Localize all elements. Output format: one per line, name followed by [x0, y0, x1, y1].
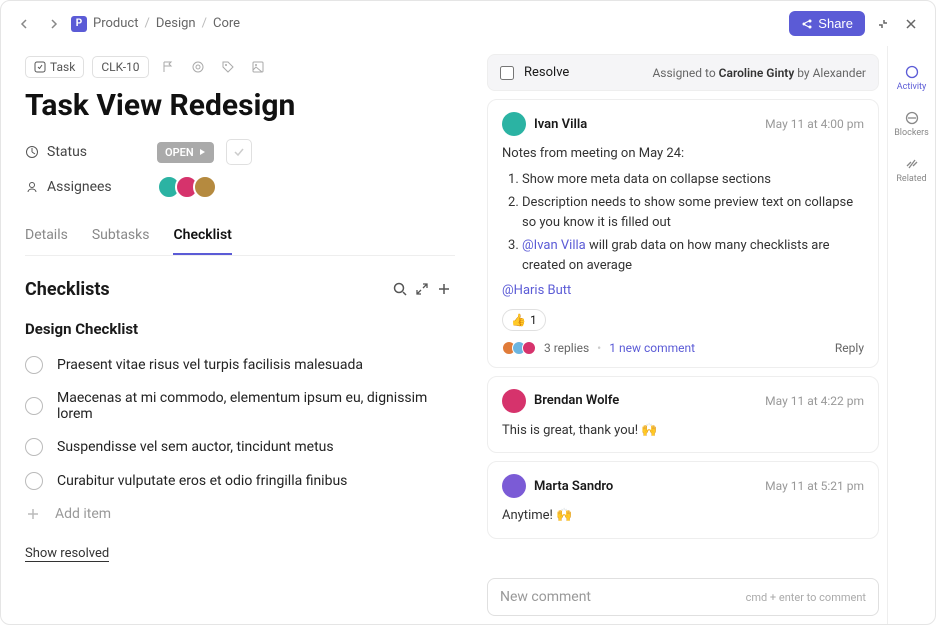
checklist-item-label: Maecenas at mi commodo, elementum ipsum …: [57, 390, 455, 422]
thread-avatars[interactable]: [502, 341, 536, 355]
avatar[interactable]: [502, 474, 526, 498]
comment-body: This is great, thank you! 🙌: [502, 421, 864, 441]
comment-body: Anytime! 🙌: [502, 506, 864, 526]
reaction[interactable]: 👍 1: [502, 309, 546, 331]
share-button[interactable]: Share: [789, 11, 865, 36]
minimize-icon[interactable]: [873, 14, 893, 34]
avatar[interactable]: [502, 389, 526, 413]
comment-author[interactable]: Brendan Wolfe: [534, 393, 619, 408]
reply-button[interactable]: Reply: [835, 341, 864, 355]
reply-count[interactable]: 3 replies: [544, 341, 589, 355]
sidebar-blockers[interactable]: Blockers: [888, 104, 935, 144]
comment-time: May 11 at 4:22 pm: [765, 394, 864, 408]
image-icon[interactable]: [247, 56, 269, 78]
checkbox-circle[interactable]: [25, 356, 43, 374]
checklist-item[interactable]: Praesent vitae risus vel turpis facilisi…: [25, 348, 455, 382]
related-icon: [904, 156, 920, 172]
checklist-item-label: Suspendisse vel sem auctor, tincidunt me…: [57, 439, 334, 455]
tab-subtasks[interactable]: Subtasks: [92, 217, 150, 255]
resolve-bar: Resolve Assigned to Caroline Ginty by Al…: [487, 54, 879, 91]
task-type-chip[interactable]: Task: [25, 56, 84, 78]
plus-icon: [25, 506, 41, 522]
comment-body: Notes from meeting on May 24: Show more …: [502, 144, 864, 301]
add-checklist-icon[interactable]: [433, 278, 455, 300]
comment: Ivan Villa May 11 at 4:00 pm Notes from …: [487, 99, 879, 368]
activity-panel: Resolve Assigned to Caroline Ginty by Al…: [479, 46, 887, 624]
tag-icon[interactable]: [217, 56, 239, 78]
comment: Brendan Wolfe May 11 at 4:22 pm This is …: [487, 376, 879, 454]
checklist-item-label: Curabitur vulputate eros et odio fringil…: [57, 473, 347, 489]
target-icon[interactable]: [187, 56, 209, 78]
comment: Marta Sandro May 11 at 5:21 pm Anytime! …: [487, 461, 879, 539]
checklist-item-label: Praesent vitae risus vel turpis facilisi…: [57, 357, 363, 373]
nav-back[interactable]: [15, 14, 35, 34]
comment-time: May 11 at 4:00 pm: [765, 117, 864, 131]
resolve-label[interactable]: Resolve: [524, 65, 569, 80]
new-comment-badge[interactable]: 1 new comment: [609, 341, 695, 355]
share-icon: [801, 18, 813, 30]
assignees-label: Assignees: [25, 179, 145, 195]
person-icon: [25, 180, 39, 194]
expand-icon[interactable]: [411, 278, 433, 300]
status-check[interactable]: [226, 139, 252, 165]
topbar: P Product/ Design/ Core Share: [1, 1, 935, 46]
status-label: Status: [25, 144, 145, 160]
mention[interactable]: @Haris Butt: [502, 281, 864, 301]
nav-forward[interactable]: [43, 14, 63, 34]
checklist-item[interactable]: Maecenas at mi commodo, elementum ipsum …: [25, 382, 455, 430]
right-sidebar: Activity Blockers Related: [887, 46, 935, 624]
bc-product[interactable]: Product: [93, 16, 138, 31]
task-title[interactable]: Task View Redesign: [25, 88, 455, 123]
task-panel: Task CLK-10 Task View Redesign Status OP…: [1, 46, 479, 624]
task-id-chip[interactable]: CLK-10: [92, 56, 148, 78]
assigned-to: Assigned to Caroline Ginty by Alexander: [652, 66, 866, 80]
status-badge[interactable]: OPEN: [157, 142, 214, 163]
checklist-item[interactable]: Suspendisse vel sem auctor, tincidunt me…: [25, 430, 455, 464]
composer-placeholder: New comment: [500, 589, 591, 605]
play-icon: [198, 148, 206, 156]
tab-details[interactable]: Details: [25, 217, 68, 255]
resolve-checkbox[interactable]: [500, 66, 514, 80]
sidebar-related[interactable]: Related: [888, 150, 935, 190]
product-icon: P: [71, 16, 87, 32]
add-item[interactable]: Add item: [25, 498, 455, 530]
tabs: Details Subtasks Checklist: [25, 217, 455, 256]
breadcrumb[interactable]: P Product/ Design/ Core: [71, 16, 240, 32]
search-icon[interactable]: [389, 278, 411, 300]
checkbox-circle[interactable]: [25, 472, 43, 490]
task-icon: [34, 61, 46, 73]
bc-design[interactable]: Design: [156, 16, 196, 31]
checkbox-circle[interactable]: [25, 438, 43, 456]
composer-hint: cmd + enter to comment: [746, 591, 866, 604]
assignee-avatars[interactable]: [157, 175, 217, 199]
status-icon: [25, 145, 39, 159]
close-icon[interactable]: [901, 14, 921, 34]
avatar[interactable]: [502, 112, 526, 136]
chat-icon: [904, 64, 920, 80]
mention[interactable]: @Ivan Villa: [522, 238, 586, 253]
comment-author[interactable]: Ivan Villa: [534, 117, 587, 132]
comment-time: May 11 at 5:21 pm: [765, 479, 864, 493]
checklist-name[interactable]: Design Checklist: [25, 320, 455, 338]
checklists-heading: Checklists: [25, 279, 389, 300]
bc-core[interactable]: Core: [213, 16, 240, 31]
checkbox-circle[interactable]: [25, 397, 43, 415]
checklist-item[interactable]: Curabitur vulputate eros et odio fringil…: [25, 464, 455, 498]
comment-author[interactable]: Marta Sandro: [534, 479, 613, 494]
flag-icon[interactable]: [157, 56, 179, 78]
comment-composer[interactable]: New comment cmd + enter to comment: [487, 578, 879, 616]
tab-checklist[interactable]: Checklist: [173, 217, 231, 255]
sidebar-activity[interactable]: Activity: [888, 58, 935, 98]
show-resolved-link[interactable]: Show resolved: [25, 546, 109, 562]
blocker-icon: [904, 110, 920, 126]
avatar[interactable]: [193, 175, 217, 199]
